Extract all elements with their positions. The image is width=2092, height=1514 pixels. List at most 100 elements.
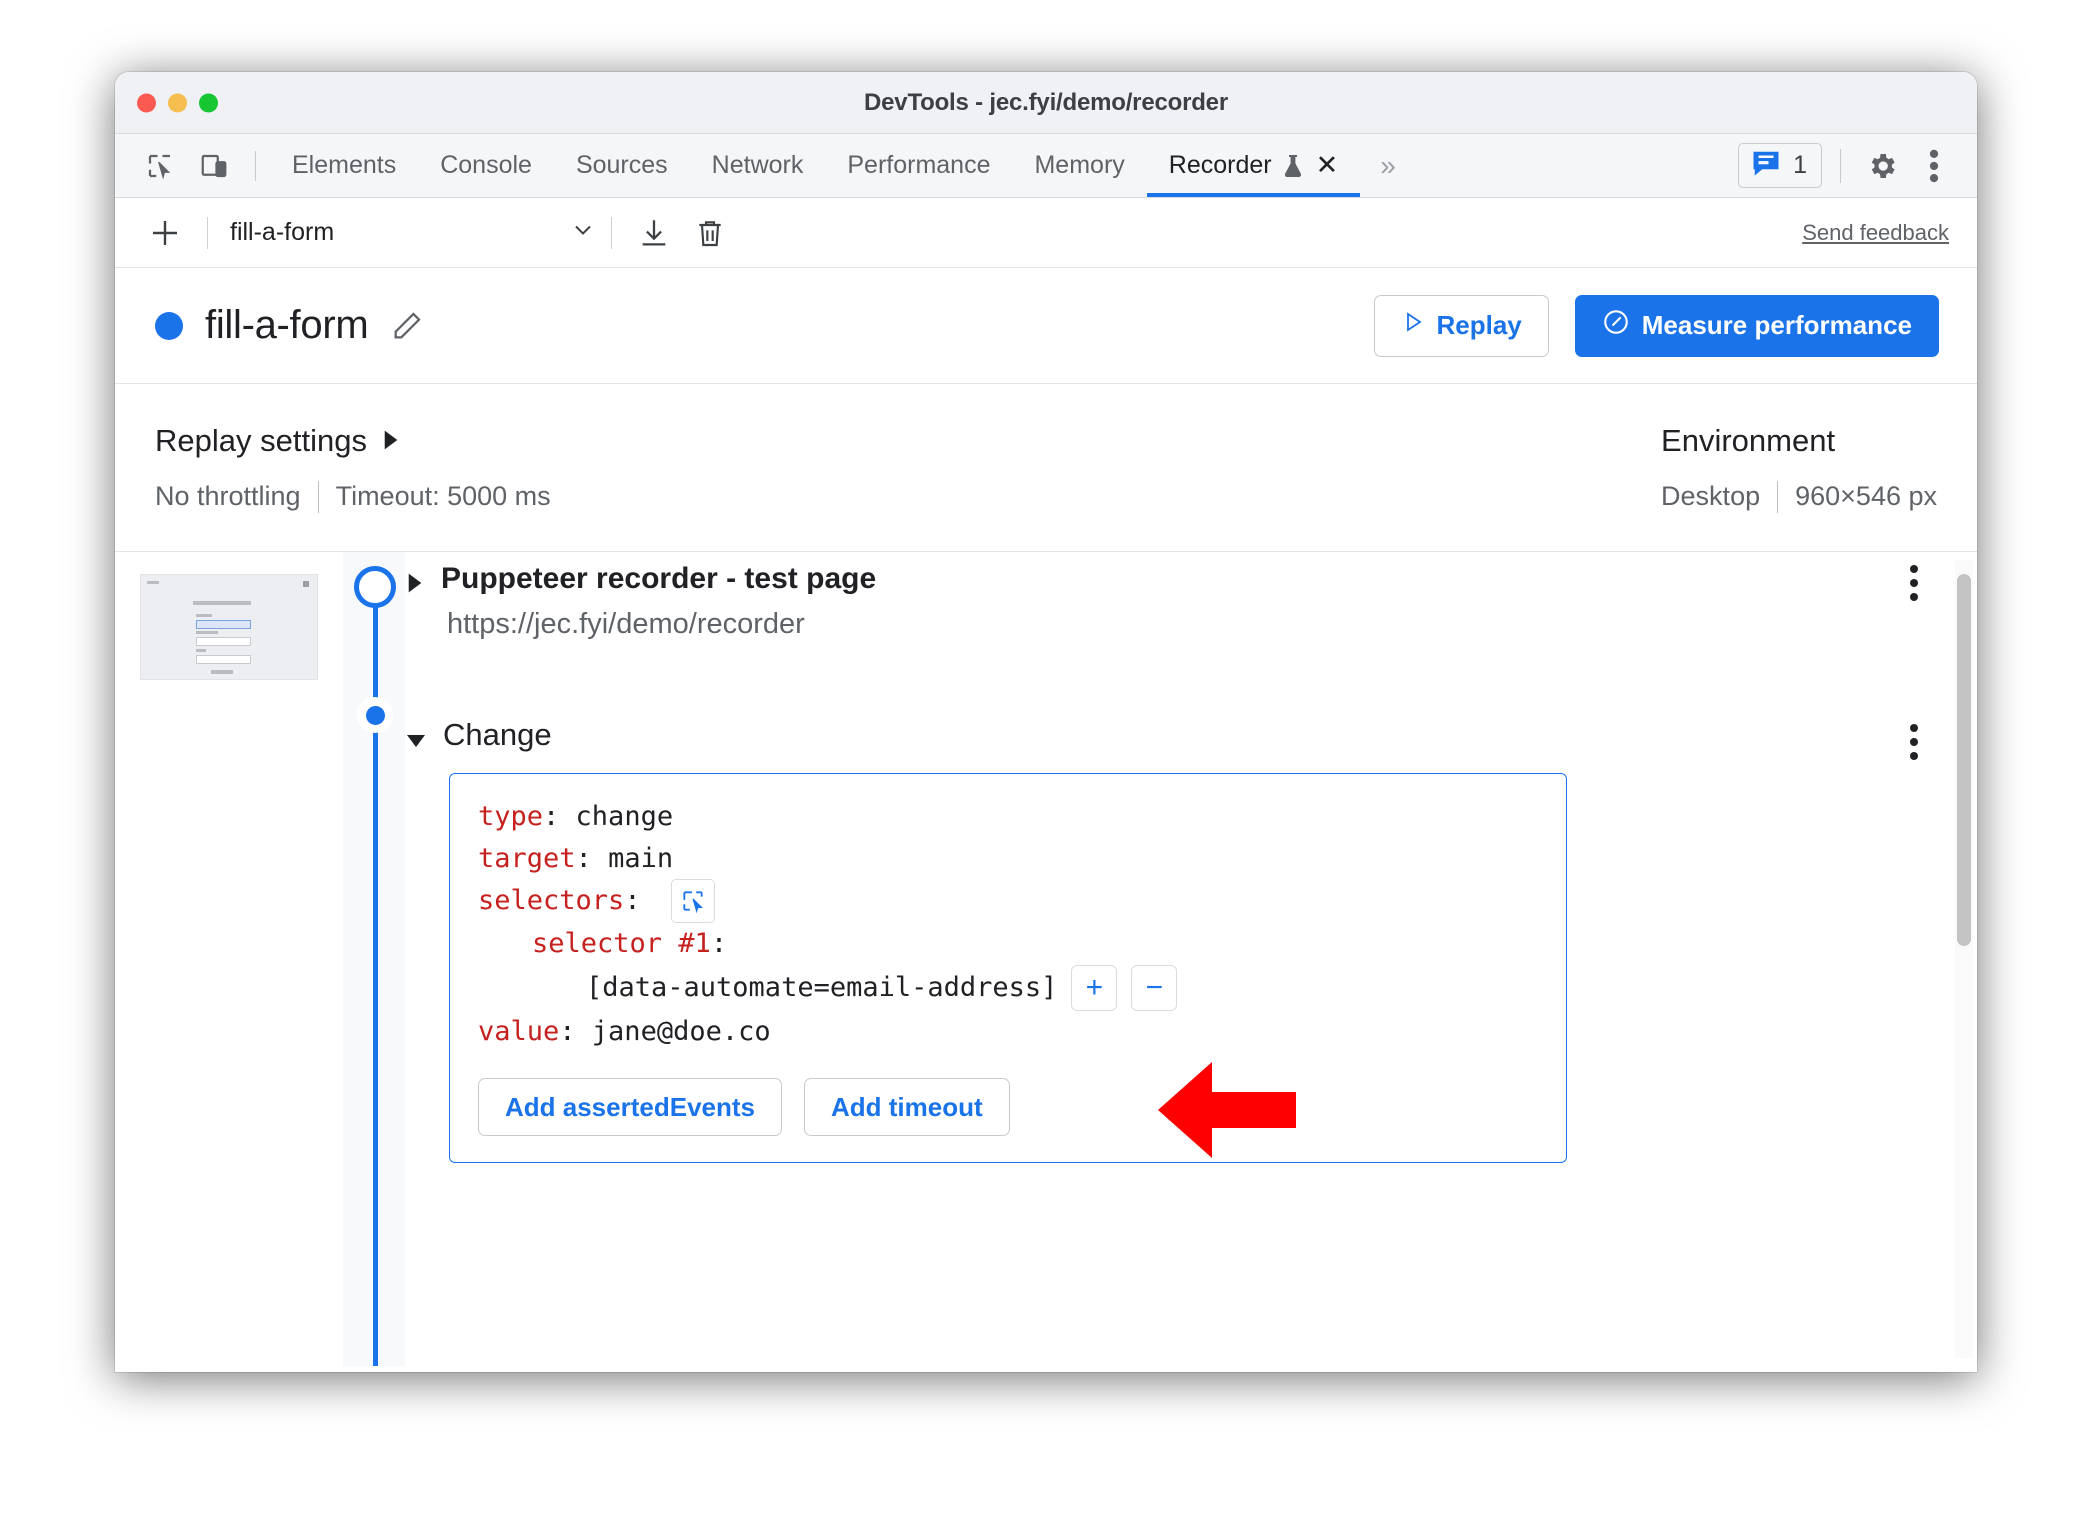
steps-timeline xyxy=(343,552,405,1366)
timeline-step-marker xyxy=(357,697,393,733)
step-navigate-url: https://jec.fyi/demo/recorder xyxy=(447,608,805,640)
tab-label: Memory xyxy=(1034,151,1125,179)
step-screenshot-thumbnail xyxy=(140,574,318,680)
tab-label: Sources xyxy=(575,151,668,179)
performance-gauge-icon xyxy=(1602,308,1630,343)
tab-label: Console xyxy=(440,151,532,179)
thumbnail-column xyxy=(115,552,343,1366)
field-type-value[interactable]: change xyxy=(576,796,674,838)
panel-tabs: Elements Console Sources Network Perform… xyxy=(270,134,1361,197)
environment-label: Environment xyxy=(1661,422,1836,458)
maximize-window-button[interactable] xyxy=(199,93,218,112)
issues-counter-button[interactable]: 1 xyxy=(1738,143,1822,188)
steps-scrollbar-thumb[interactable] xyxy=(1957,574,1971,946)
replay-settings-summary: No throttling Timeout: 5000 ms xyxy=(155,480,551,513)
toolbar-divider xyxy=(255,150,256,181)
recorder-toolbar: fill-a-form Send feedback xyxy=(115,198,1977,268)
tab-recorder[interactable]: Recorder ✕ xyxy=(1146,134,1361,197)
devtools-window: DevTools - jec.fyi/demo/recorder Element… xyxy=(115,72,1977,1372)
replay-settings-label: Replay settings xyxy=(155,422,367,458)
close-window-button[interactable] xyxy=(137,93,156,112)
replay-settings-column: Replay settings No throttling Timeout: 5… xyxy=(155,423,551,513)
step-change-card-actions: Add assertedEvents Add timeout xyxy=(478,1078,1538,1137)
selector-index-key: selector #1 xyxy=(532,928,711,960)
tab-sources[interactable]: Sources xyxy=(554,134,690,197)
window-title: DevTools - jec.fyi/demo/recorder xyxy=(864,88,1228,116)
replay-button[interactable]: Replay xyxy=(1373,294,1549,357)
viewport-value: 960×546 px xyxy=(1795,481,1937,511)
recording-select[interactable]: fill-a-form xyxy=(222,216,597,249)
add-timeout-button[interactable]: Add timeout xyxy=(803,1078,1010,1137)
steps-scrollbar[interactable] xyxy=(1955,560,1973,1358)
measure-performance-button[interactable]: Measure performance xyxy=(1574,294,1939,357)
step-navigate[interactable]: Puppeteer recorder - test page https://j… xyxy=(405,552,1955,641)
replay-settings-toggle[interactable]: Replay settings xyxy=(155,423,551,459)
tab-performance[interactable]: Performance xyxy=(825,134,1012,197)
tab-elements[interactable]: Elements xyxy=(270,134,418,197)
add-selector-button[interactable]: + xyxy=(1071,964,1118,1011)
header-actions: Replay Measure performance xyxy=(1373,294,1939,357)
field-target-key: target xyxy=(478,842,576,874)
window-controls[interactable] xyxy=(137,93,218,112)
pencil-icon[interactable] xyxy=(390,309,424,343)
divider xyxy=(1777,480,1779,513)
play-triangle-icon xyxy=(1401,310,1425,341)
window-titlebar: DevTools - jec.fyi/demo/recorder xyxy=(115,72,1977,134)
trash-icon[interactable] xyxy=(682,205,738,261)
field-target: target: main xyxy=(478,838,1538,880)
tab-console[interactable]: Console xyxy=(418,134,554,197)
field-selectors-key: selectors xyxy=(478,885,625,917)
add-asserted-events-button[interactable]: Add assertedEvents xyxy=(478,1078,782,1137)
recording-select-value: fill-a-form xyxy=(230,218,335,246)
step-change[interactable]: Change type: change target: main selecto… xyxy=(405,717,1955,1164)
gear-icon[interactable] xyxy=(1859,143,1905,189)
tabbar-right-actions: 1 xyxy=(1738,134,1977,197)
message-icon xyxy=(1751,149,1781,182)
flask-icon xyxy=(1281,153,1305,179)
timeout-value: Timeout: 5000 ms xyxy=(335,481,551,511)
recording-header: fill-a-form Replay Measure performance xyxy=(115,268,1977,384)
more-tabs-icon[interactable]: » xyxy=(1360,134,1416,197)
replay-button-label: Replay xyxy=(1436,310,1522,340)
issues-count: 1 xyxy=(1793,151,1807,179)
select-element-icon[interactable] xyxy=(670,879,715,924)
field-selector-index: selector #1: xyxy=(478,923,1538,965)
kebab-menu-icon[interactable] xyxy=(1911,143,1957,189)
selector-value[interactable]: [data-automate=email-address] xyxy=(586,967,1057,1009)
tab-label: Network xyxy=(711,151,804,179)
recording-title: fill-a-form xyxy=(205,303,369,347)
send-feedback-link[interactable]: Send feedback xyxy=(1802,220,1949,246)
remove-selector-button[interactable]: − xyxy=(1131,964,1178,1011)
screenshot-root: DevTools - jec.fyi/demo/recorder Element… xyxy=(0,0,2092,1514)
field-value-value[interactable]: jane@doe.co xyxy=(592,1011,771,1053)
field-type-key: type xyxy=(478,801,544,832)
field-type: type: change xyxy=(478,796,1538,838)
device-toolbar-icon[interactable] xyxy=(187,134,241,197)
step-change-header[interactable]: Change xyxy=(405,717,1955,753)
measure-performance-label: Measure performance xyxy=(1641,310,1912,340)
close-icon[interactable]: ✕ xyxy=(1316,152,1339,179)
toolbar-divider xyxy=(611,216,612,249)
tab-memory[interactable]: Memory xyxy=(1012,134,1146,197)
environment-column: Environment Desktop 960×546 px xyxy=(1661,423,1937,513)
tabbar-divider xyxy=(1840,148,1841,183)
toolbar-divider xyxy=(207,216,208,249)
plus-icon[interactable] xyxy=(137,205,193,261)
triangle-down-icon[interactable] xyxy=(405,732,427,750)
device-value: Desktop xyxy=(1661,481,1761,511)
field-target-value[interactable]: main xyxy=(608,838,673,880)
tab-network[interactable]: Network xyxy=(690,134,826,197)
inspect-element-icon[interactable] xyxy=(133,134,187,197)
download-icon[interactable] xyxy=(626,205,682,261)
step-change-details-card: type: change target: main selectors: sel… xyxy=(449,773,1567,1164)
chevron-down-icon xyxy=(569,216,597,249)
devtools-tabbar: Elements Console Sources Network Perform… xyxy=(115,134,1977,198)
field-selector-value-row: [data-automate=email-address] + − xyxy=(478,964,1538,1011)
step-navigate-menu-icon[interactable] xyxy=(1891,560,1937,606)
minimize-window-button[interactable] xyxy=(168,93,187,112)
step-change-menu-icon[interactable] xyxy=(1891,719,1937,765)
field-value: value: jane@doe.co xyxy=(478,1011,1538,1053)
triangle-right-icon[interactable] xyxy=(405,572,425,594)
tab-label: Recorder xyxy=(1168,151,1272,179)
step-navigate-header[interactable]: Puppeteer recorder - test page xyxy=(405,562,1955,596)
